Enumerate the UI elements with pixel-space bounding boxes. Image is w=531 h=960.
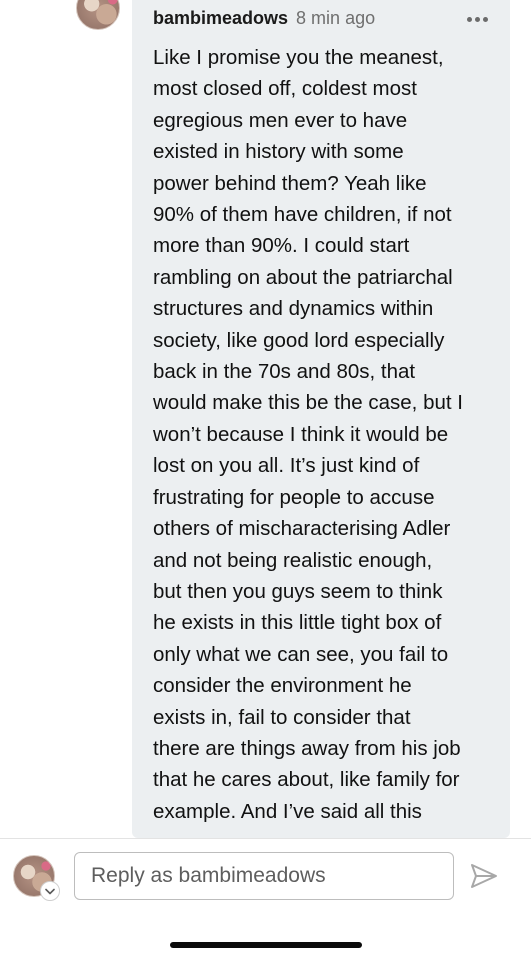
comment-header: bambimeadows 8 min ago	[153, 8, 375, 29]
comment-line: egregious men ever to have	[153, 108, 408, 132]
comment-line: most closed off, coldest most	[153, 77, 417, 101]
switch-blog-button[interactable]	[40, 881, 60, 901]
comment-bubble: bambimeadows 8 min ago Like I promise yo…	[132, 0, 510, 838]
comment-line: back in the 70s and 80s, that	[153, 360, 416, 384]
comment-line: example. And I’ve said all this	[153, 799, 422, 823]
comment-line: but then you guys seem to think	[153, 579, 443, 603]
send-button[interactable]	[468, 860, 500, 892]
comment-timestamp: 8 min ago	[296, 8, 376, 28]
comment-line: existed in history with some	[153, 140, 404, 164]
comment-line: more than 90%. I could start	[153, 234, 410, 258]
comment-line: society, like good lord especially	[153, 328, 445, 352]
comment-line: frustrating for people to accuse	[153, 485, 435, 509]
comment-line: consider the environment he	[153, 674, 412, 698]
comment-line: would make this be the case, but I	[153, 391, 463, 415]
more-options-button[interactable]	[467, 17, 488, 22]
chevron-down-icon	[45, 888, 55, 894]
comment-line: that he cares about, like family for	[153, 768, 460, 792]
comment-username[interactable]: bambimeadows	[153, 8, 288, 29]
home-indicator[interactable]	[170, 942, 362, 948]
send-arrow-icon	[471, 864, 497, 888]
comment-line: rambling on about the patriarchal	[153, 265, 453, 289]
comment-line: power behind them? Yeah like	[153, 171, 427, 195]
comment-line: Like I promise you the meanest,	[153, 46, 444, 69]
reply-input[interactable]	[74, 852, 454, 900]
comment-body: Like I promise you the meanest, most clo…	[153, 42, 498, 827]
comment-line: lost on you all. It’s just kind of	[153, 454, 420, 478]
more-horizontal-icon-dot	[483, 17, 488, 22]
comment-line: others of mischaracterising Adler	[153, 517, 451, 541]
comment-line: only what we can see, you fail to	[153, 642, 449, 666]
comment-line: 90% of them have children, if not	[153, 203, 452, 227]
composer-divider	[0, 838, 531, 839]
comment-line: and not being realistic enough,	[153, 548, 433, 572]
more-horizontal-icon	[467, 17, 472, 22]
comment-line: he exists in this little tight box of	[153, 611, 442, 635]
comment-line: there are things away from his job	[153, 736, 461, 760]
commenter-avatar[interactable]	[76, 0, 120, 30]
more-horizontal-icon-dot	[475, 17, 480, 22]
comment-thread-page: bambimeadows 8 min ago Like I promise yo…	[0, 0, 531, 960]
comment-line: exists in, fail to consider that	[153, 705, 411, 729]
comment-line: structures and dynamics within	[153, 297, 434, 321]
comment-line: won’t because I think it would be	[153, 422, 449, 446]
